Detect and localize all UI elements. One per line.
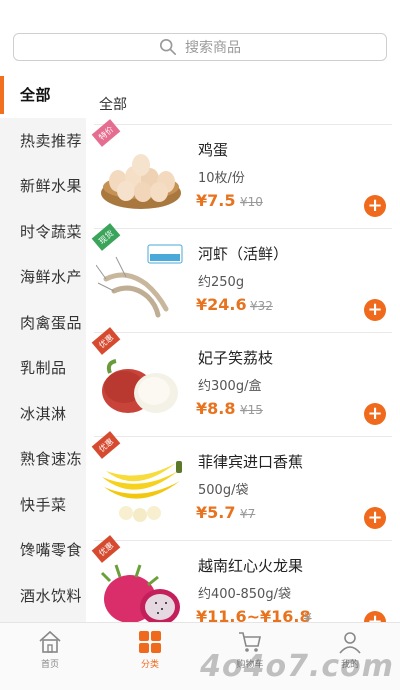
sidebar-item-meat-egg[interactable]: 肉禽蛋品 (0, 300, 86, 346)
product-item[interactable]: 现货 河虾（活鲜） 约250g ¥24.6 ¥32 + (91, 223, 392, 332)
nav-label: 首页 (40, 660, 59, 670)
sidebar-item-label: 海鲜水产 (20, 268, 83, 287)
search-input[interactable]: 搜索商品 (13, 33, 387, 61)
sidebar-item-label: 乳制品 (20, 359, 67, 378)
egg-basket-image (101, 154, 181, 209)
product-price: ¥7.5 (196, 191, 236, 210)
product-item[interactable]: 优惠 越南红心火龙果 约400-850g/袋 ¥11.6~¥16.8 ¥ + (91, 535, 392, 622)
product-spec: 500g/袋 (198, 483, 249, 498)
dragon-fruit-image (100, 564, 180, 622)
sidebar-item-drinks[interactable]: 酒水饮料 (0, 573, 86, 619)
product-spec: 约250g (198, 275, 245, 290)
search-icon (159, 38, 177, 56)
sidebar-item-label: 时令蔬菜 (20, 222, 83, 241)
sidebar-item-label: 快手菜 (20, 495, 67, 514)
banana-image (102, 461, 182, 522)
sidebar-item-frozen[interactable]: 熟食速冻 (0, 436, 86, 482)
product-price: ¥11.6~¥16.8 (196, 607, 311, 622)
search-placeholder: 搜索商品 (185, 40, 241, 56)
sidebar-item-icecream[interactable]: 冰淇淋 (0, 391, 86, 437)
product-spec: 10枚/份 (198, 171, 245, 186)
product-old-price: ¥15 (240, 403, 263, 417)
sidebar-item-label: 冰淇淋 (20, 404, 67, 423)
sidebar-item-label: 热卖推荐 (20, 131, 83, 150)
lychee-image (102, 359, 178, 413)
product-name: 妃子笑荔枝 (198, 349, 274, 367)
product-list: 全部 特价 鸡蛋 10枚/份 ¥7.5 ¥10 + 现货 河虾（活鲜） 约250… (86, 72, 400, 622)
product-old-price: ¥10 (240, 195, 263, 209)
app-root: 搜索商品 全部 热卖推荐 新鲜水果 时令蔬菜 海鲜水产 肉禽蛋品 乳制品 冰淇淋… (0, 0, 400, 690)
sidebar-item-dairy[interactable]: 乳制品 (0, 345, 86, 391)
product-spec: 约300g/盒 (198, 379, 262, 394)
product-price: ¥24.6 (196, 295, 247, 314)
add-to-cart-button[interactable]: + (364, 611, 386, 622)
sidebar-item-seafood[interactable]: 海鲜水产 (0, 254, 86, 300)
section-title: 全部 (99, 97, 127, 113)
sidebar-item-vegetable[interactable]: 时令蔬菜 (0, 209, 86, 255)
add-to-cart-button[interactable]: + (364, 507, 386, 529)
nav-category[interactable]: 分类 (100, 623, 200, 690)
add-to-cart-button[interactable]: + (364, 299, 386, 321)
search-bar: 搜索商品 (0, 0, 400, 72)
product-name: 鸡蛋 (198, 141, 229, 159)
product-item[interactable]: 特价 鸡蛋 10枚/份 ¥7.5 ¥10 + (91, 119, 392, 228)
nav-label: 分类 (140, 660, 159, 670)
sidebar-item-label: 熟食速冻 (20, 450, 83, 469)
product-price: ¥5.7 (196, 503, 236, 522)
home-icon (39, 630, 61, 653)
sidebar-item-hot[interactable]: 热卖推荐 (0, 118, 86, 164)
product-name: 河虾（活鲜） (198, 245, 289, 263)
add-to-cart-button[interactable]: + (364, 403, 386, 425)
product-item[interactable]: 优惠 菲律宾进口香蕉 500g/袋 ¥5.7 ¥7 + (91, 431, 392, 540)
sidebar-item-label: 肉禽蛋品 (20, 313, 83, 332)
sidebar-item-quick-dish[interactable]: 快手菜 (0, 482, 86, 528)
product-price: ¥8.8 (196, 399, 236, 418)
category-sidebar: 全部 热卖推荐 新鲜水果 时令蔬菜 海鲜水产 肉禽蛋品 乳制品 冰淇淋 熟食速冻… (0, 72, 86, 622)
product-item[interactable]: 优惠 妃子笑荔枝 约300g/盒 ¥8.8 ¥15 + (91, 327, 392, 436)
sidebar-item-label: 全部 (20, 86, 52, 105)
product-old-price: ¥7 (240, 507, 256, 521)
product-name: 菲律宾进口香蕉 (198, 453, 304, 471)
nav-home[interactable]: 首页 (0, 623, 100, 690)
sidebar-item-fruit[interactable]: 新鲜水果 (0, 163, 86, 209)
watermark: 4o4o7.com (200, 649, 394, 684)
sidebar-item-all[interactable]: 全部 (0, 72, 86, 118)
product-name: 越南红心火龙果 (198, 557, 304, 575)
sidebar-item-snacks[interactable]: 馋嘴零食 (0, 527, 86, 573)
sidebar-item-label: 馋嘴零食 (20, 541, 83, 560)
product-spec: 约400-850g/袋 (198, 587, 291, 602)
sidebar-item-label: 新鲜水果 (20, 177, 83, 196)
product-old-price: ¥ (304, 611, 312, 622)
add-to-cart-button[interactable]: + (364, 195, 386, 217)
bottom-nav: 首页 分类 购物车 我的 4o4o7.com (0, 622, 400, 690)
shrimp-image (96, 244, 183, 318)
sidebar-item-label: 酒水饮料 (20, 586, 83, 605)
product-old-price: ¥32 (250, 299, 273, 313)
category-icon (139, 631, 161, 653)
